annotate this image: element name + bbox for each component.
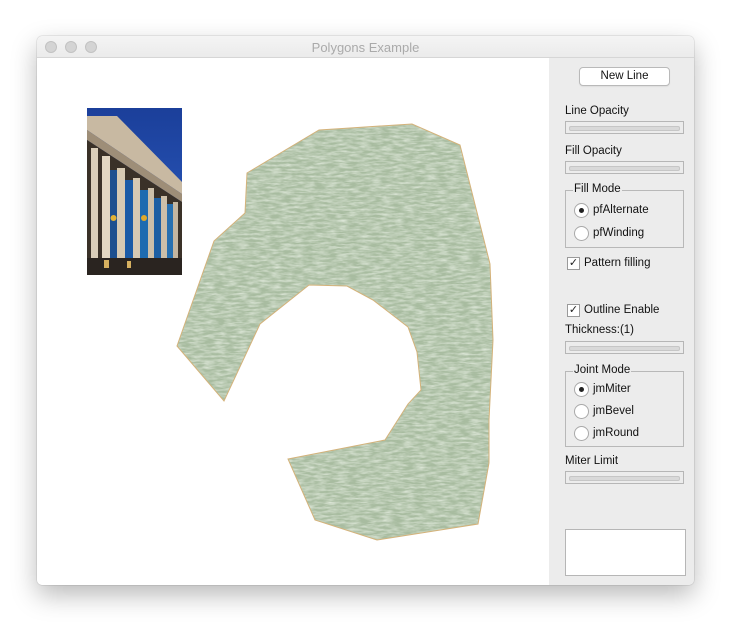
checkbox-box[interactable]: ✓ — [567, 257, 580, 270]
app-window: Polygons Example New Line Line Opacity F… — [37, 36, 694, 585]
fill-mode-legend: Fill Mode — [573, 183, 622, 195]
grass-texture — [177, 124, 493, 540]
radio-button[interactable] — [574, 382, 589, 397]
pattern-filling-label: Pattern filling — [584, 257, 651, 269]
radio-label: jmMiter — [593, 383, 631, 395]
control-panel: New Line Line Opacity Fill Opacity Fill … — [549, 58, 694, 585]
radio-label: pfAlternate — [593, 204, 649, 216]
line-opacity-label: Line Opacity — [565, 105, 629, 117]
fill-opacity-slider[interactable] — [565, 161, 684, 174]
radio-label: jmRound — [593, 427, 640, 439]
radio-button[interactable] — [574, 426, 589, 441]
line-preview-box — [565, 529, 686, 576]
radio-label: pfWinding — [593, 227, 645, 239]
joint-mode-legend: Joint Mode — [573, 364, 632, 376]
fill-mode-group: Fill Mode pfAlternate pfWinding — [565, 183, 684, 248]
new-line-button[interactable]: New Line — [579, 67, 670, 86]
polygon-drawing[interactable] — [37, 58, 549, 585]
joint-mode-group: Joint Mode jmMiter jmBevel jmRound — [565, 364, 684, 447]
radio-label: jmBevel — [593, 405, 634, 417]
line-opacity-slider[interactable] — [565, 121, 684, 134]
radio-button[interactable] — [574, 203, 589, 218]
checkbox-box[interactable]: ✓ — [567, 304, 580, 317]
fill-opacity-label: Fill Opacity — [565, 145, 622, 157]
radio-button[interactable] — [574, 226, 589, 241]
window-title: Polygons Example — [311, 40, 420, 55]
thickness-slider[interactable] — [565, 341, 684, 354]
radio-button[interactable] — [574, 404, 589, 419]
outline-enable-label: Outline Enable — [584, 304, 660, 316]
thickness-label: Thickness:(1) — [565, 324, 635, 336]
miter-limit-slider[interactable] — [565, 471, 684, 484]
miter-limit-label: Miter Limit — [565, 455, 619, 467]
drawing-canvas[interactable] — [37, 58, 549, 585]
title-bar: Polygons Example — [37, 36, 694, 58]
